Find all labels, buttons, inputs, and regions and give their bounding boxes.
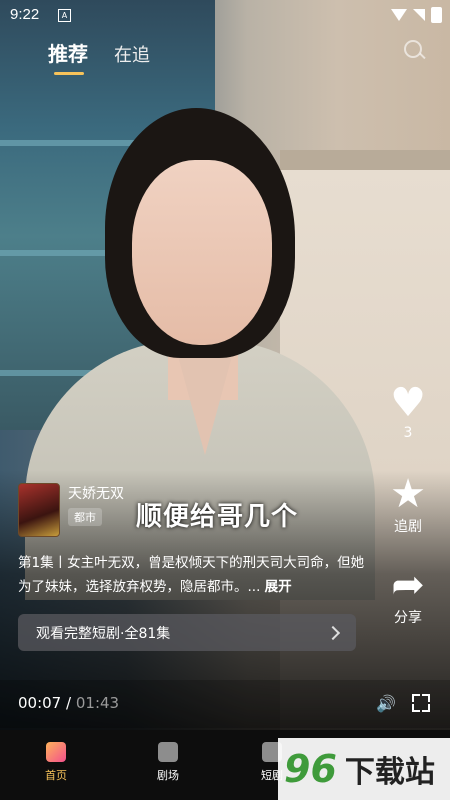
like-count: 3 — [403, 425, 413, 441]
share-label: 分享 — [394, 610, 422, 626]
video-subtitle: 顺便给哥几个 — [136, 502, 299, 532]
wifi-icon — [391, 9, 407, 21]
heart-icon: ♥ — [390, 380, 426, 426]
chevron-right-icon — [325, 625, 341, 640]
signal-icon — [413, 9, 425, 21]
nav-home-label: 首页 — [45, 769, 67, 782]
search-icon[interactable] — [404, 40, 422, 58]
home-icon — [46, 742, 66, 762]
site-watermark: 96 下载站 — [278, 738, 450, 800]
star-icon: ★ — [390, 471, 426, 517]
battery-icon — [431, 7, 442, 23]
drama-poster[interactable] — [18, 483, 60, 537]
share-button[interactable]: ➦ 分享 — [388, 565, 428, 627]
duration: 01:43 — [75, 694, 120, 712]
follow-button[interactable]: ★ 追剧 — [388, 474, 428, 536]
playback-time: 00:07 / 01:43 — [18, 694, 119, 712]
status-bar: 9:22 A — [0, 0, 450, 30]
watch-full-label: 观看完整短剧·全81集 — [36, 625, 171, 642]
share-arrow-icon: ➦ — [391, 562, 425, 608]
like-button[interactable]: ♥ 3 — [388, 383, 428, 441]
theater-icon — [158, 742, 178, 762]
follow-label: 追剧 — [394, 519, 422, 535]
status-time: 9:22 — [10, 6, 40, 23]
tab-following[interactable]: 在追 — [114, 41, 150, 67]
actress-face — [132, 160, 272, 345]
watermark-text: 下载站 — [344, 755, 435, 790]
watermark-number: 96 — [284, 747, 337, 791]
drama-info[interactable]: 天娇无双 都市 — [18, 483, 124, 537]
current-time: 00:07 — [18, 694, 62, 712]
tab-recommend[interactable]: 推荐 — [48, 38, 88, 75]
expand-link[interactable]: 展开 — [265, 579, 292, 595]
nav-home[interactable]: 首页 — [26, 742, 86, 783]
player-controls: 00:07 / 01:43 🔊 — [0, 680, 450, 728]
top-tabs: 推荐 在追 — [48, 38, 150, 75]
episode-description: 第1集丨女主叶无双，曾是权倾天下的刑天司大司命，但她为了妹妹，选择放弃权势，隐居… — [18, 551, 368, 599]
time-separator: / — [66, 694, 72, 712]
genre-tag[interactable]: 都市 — [68, 508, 102, 526]
fullscreen-icon[interactable] — [412, 694, 430, 712]
volume-icon[interactable]: 🔊 — [376, 694, 396, 713]
nav-theater[interactable]: 剧场 — [138, 742, 198, 783]
notification-icon: A — [58, 9, 71, 22]
drama-title[interactable]: 天娇无双 — [68, 483, 124, 503]
watch-full-series-button[interactable]: 观看完整短剧·全81集 — [18, 614, 356, 651]
nav-theater-label: 剧场 — [157, 769, 179, 782]
description-text: 第1集丨女主叶无双，曾是权倾天下的刑天司大司命，但她为了妹妹，选择放弃权势，隐居… — [18, 555, 365, 595]
